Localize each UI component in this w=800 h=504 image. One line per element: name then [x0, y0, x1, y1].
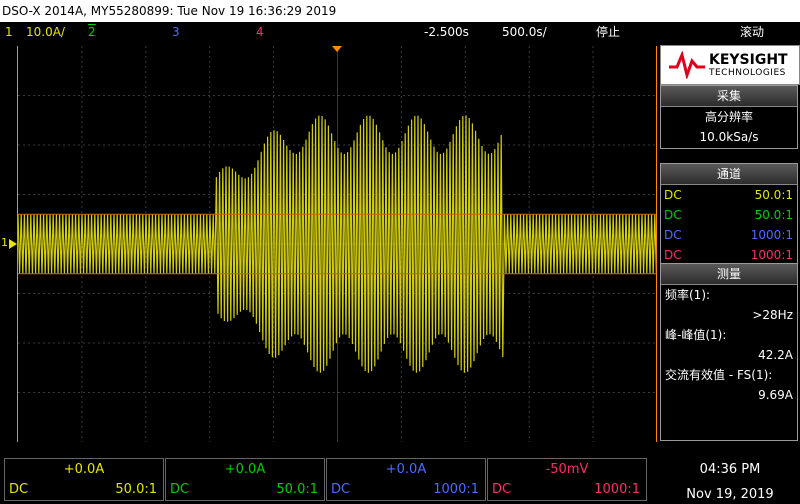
clock: 04:36 PM Nov 19, 2019	[660, 460, 800, 504]
channels-header: 通道	[661, 164, 797, 185]
channel-coupling: DC	[664, 208, 682, 222]
ch3-softkey[interactable]: +0.0A DC 1000:1	[326, 458, 486, 501]
measurement-label: 交流有效值 - FS(1):	[665, 368, 773, 382]
measurement-value: 42.2A	[758, 348, 793, 362]
measurement-value: >28Hz	[752, 308, 793, 322]
channel-coupling: DC	[664, 248, 682, 262]
ground-icon	[9, 239, 17, 249]
channel-coupling: DC	[664, 188, 682, 202]
acquire-mode-label: 滚动	[740, 25, 765, 39]
ch1-scale[interactable]: 10.0A/	[26, 22, 65, 42]
ch2-offset: +0.0A	[224, 462, 266, 477]
ch2-softkey[interactable]: +0.0A DC 50.0:1	[165, 458, 325, 501]
channel-coupling: DC	[664, 228, 682, 242]
status-bar: 1 10.0A/ 2 3 4 -2.500s 500.0s/ 停止 滚动	[0, 22, 800, 42]
right-frame-line	[656, 46, 657, 442]
ch2-number[interactable]: 2	[88, 22, 96, 42]
channels-panel[interactable]: 通道 DC 50.0:1 DC 50.0:1 DC 1000:1 DC 1000…	[660, 163, 798, 266]
ch4-probe: 1000:1	[594, 482, 640, 497]
ch1-ground-marker[interactable]: 1	[0, 236, 18, 252]
measurements-panel[interactable]: 测量 频率(1): >28Hz 峰-峰值(1): 42.2A 交流有效值 - F…	[660, 263, 798, 441]
ch4-offset: -50mV	[545, 462, 589, 477]
ch1-coupling: DC	[9, 482, 29, 497]
ch3-number[interactable]: 3	[172, 22, 180, 42]
acquisition-panel[interactable]: 采集 高分辨率 10.0kSa/s	[660, 85, 798, 149]
ch3-coupling: DC	[331, 482, 351, 497]
keysight-logo: KEYSIGHT TECHNOLOGIES	[660, 45, 800, 85]
measurement-label: 峰-峰值(1):	[665, 328, 727, 342]
trigger-position-marker	[332, 46, 342, 52]
waveform-display[interactable]	[17, 46, 657, 442]
brand-name: KEYSIGHT	[709, 52, 788, 68]
ch3-offset: +0.0A	[385, 462, 427, 477]
ch2-coupling: DC	[170, 482, 190, 497]
channel-row: DC 1000:1	[661, 225, 797, 245]
waveform-svg	[17, 46, 657, 442]
channel-row: DC 1000:1	[661, 245, 797, 265]
title-text: DSO-X 2014A, MY55280899: Tue Nov 19 16:3…	[2, 4, 337, 18]
acquisition-rate: 10.0kSa/s	[699, 130, 759, 144]
channel-row: DC 50.0:1	[661, 205, 797, 225]
channel-probe: 1000:1	[750, 228, 793, 242]
brand-subtitle: TECHNOLOGIES	[709, 68, 786, 78]
measurement-label: 频率(1):	[665, 288, 711, 302]
channel-row: DC 50.0:1	[661, 185, 797, 205]
measurements-header: 测量	[661, 264, 797, 285]
channel-probe: 50.0:1	[754, 208, 793, 222]
ch2-probe: 50.0:1	[276, 482, 318, 497]
ch1-offset: +0.0A	[63, 462, 105, 477]
side-panel: KEYSIGHT TECHNOLOGIES 采集 高分辨率 10.0kSa/s …	[660, 45, 800, 441]
ch3-probe: 1000:1	[433, 482, 479, 497]
ch1-number[interactable]: 1	[5, 22, 13, 42]
ch4-number[interactable]: 4	[256, 22, 264, 42]
clock-time: 04:36 PM	[699, 462, 761, 477]
bottom-bar: +0.0A DC 50.0:1 +0.0A DC 50.0:1 +0.0A DC…	[0, 456, 800, 503]
run-state: 停止	[596, 25, 621, 39]
timebase-readout[interactable]: 500.0s/	[502, 22, 547, 42]
channel-probe: 1000:1	[750, 248, 793, 262]
title-bar: DSO-X 2014A, MY55280899: Tue Nov 19 16:3…	[0, 0, 800, 22]
delay-readout[interactable]: -2.500s	[424, 22, 469, 42]
ch1-softkey[interactable]: +0.0A DC 50.0:1	[4, 458, 164, 501]
clock-date: Nov 19, 2019	[686, 487, 774, 502]
channel-probe: 50.0:1	[754, 188, 793, 202]
measurement-value: 9.69A	[758, 388, 793, 402]
ch4-softkey[interactable]: -50mV DC 1000:1	[487, 458, 647, 501]
acquisition-mode: 高分辨率	[704, 110, 753, 124]
left-frame-line	[17, 46, 18, 442]
keysight-wave-icon	[669, 51, 705, 79]
acquisition-header: 采集	[661, 86, 797, 107]
ch1-probe: 50.0:1	[115, 482, 157, 497]
ch4-coupling: DC	[492, 482, 512, 497]
